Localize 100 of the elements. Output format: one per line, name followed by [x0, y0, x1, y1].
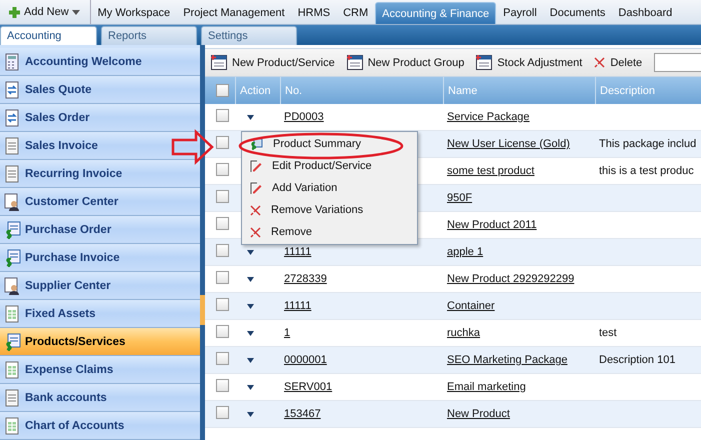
dropdown-icon[interactable]: [247, 115, 254, 120]
document-icon: [3, 136, 21, 154]
sidebar-item[interactable]: Purchase Invoice: [0, 244, 200, 272]
sidebar-item[interactable]: Purchase Order: [0, 216, 200, 244]
nav-tab[interactable]: Dashboard: [612, 2, 678, 24]
nav-tab[interactable]: Accounting & Finance: [375, 2, 496, 24]
sidebar-item[interactable]: Expense Claims: [0, 356, 200, 384]
sidebar-item[interactable]: Recurring Invoice: [0, 160, 200, 188]
product-number-link[interactable]: 2728339: [280, 273, 327, 285]
search-field[interactable]: [654, 53, 701, 72]
money-icon: [250, 138, 263, 150]
toolbar-button[interactable]: Delete: [594, 56, 642, 68]
product-number-link[interactable]: SERV001: [280, 381, 332, 393]
product-name-link[interactable]: New User License (Gold): [443, 138, 570, 150]
product-number-link[interactable]: PD0003: [280, 111, 324, 123]
dropdown-icon[interactable]: [247, 250, 254, 255]
dropdown-icon[interactable]: [247, 331, 254, 336]
column-header: Action: [240, 84, 271, 96]
toolbar-button[interactable]: New Product/Service: [211, 55, 335, 70]
product-name-link[interactable]: some test product: [443, 165, 534, 177]
menu-item[interactable]: Add Variation: [242, 177, 417, 199]
checkbox[interactable]: [216, 244, 229, 257]
cross-icon: [250, 226, 261, 238]
sidebar-item[interactable]: Chart of Accounts: [0, 412, 200, 440]
document-icon: [3, 164, 21, 182]
checkbox[interactable]: [216, 217, 229, 230]
product-name-link[interactable]: New Product 2929292299: [443, 273, 574, 285]
product-name-link[interactable]: Container: [443, 300, 495, 312]
product-number-link[interactable]: 11111: [280, 300, 312, 312]
table-cell-text: test: [598, 327, 617, 339]
menu-item[interactable]: Remove Variations: [242, 199, 417, 221]
caret-icon: [72, 10, 80, 14]
product-number-link[interactable]: 0000001: [280, 354, 327, 366]
add-new-button[interactable]: Add New: [0, 0, 91, 24]
nav-tab[interactable]: Documents: [544, 2, 612, 24]
sub-tab[interactable]: Accounting: [0, 26, 97, 45]
dropdown-icon[interactable]: [247, 358, 254, 363]
column-header: Name: [448, 84, 478, 96]
checkbox[interactable]: [216, 298, 229, 311]
sub-tab[interactable]: Settings: [201, 26, 297, 45]
checkbox[interactable]: [216, 190, 229, 203]
add-new-label: Add New: [24, 6, 69, 18]
toolbar-button[interactable]: New Product Group: [346, 55, 464, 70]
product-name-link[interactable]: 950F: [443, 192, 472, 204]
menu-item[interactable]: Edit Product/Service: [242, 155, 417, 177]
checkbox[interactable]: [216, 163, 229, 176]
sidebar-item[interactable]: Sales Quote: [0, 76, 200, 104]
sidebar-item[interactable]: Supplier Center: [0, 272, 200, 300]
checkbox[interactable]: [216, 84, 229, 97]
nav-tab[interactable]: CRM: [337, 2, 374, 24]
product-name-link[interactable]: New Product 2011: [443, 219, 537, 231]
sidebar-item[interactable]: Customer Center: [0, 188, 200, 216]
sidebar-item[interactable]: Sales Order: [0, 104, 200, 132]
transfer-icon: [3, 80, 21, 98]
dropdown-icon[interactable]: [247, 385, 254, 390]
product-name-link[interactable]: Service Package: [443, 111, 530, 123]
sidebar-item[interactable]: Sales Invoice: [0, 132, 200, 160]
delete-icon: [594, 57, 606, 68]
person-icon: [3, 192, 21, 210]
sidebar-item[interactable]: Fixed Assets: [0, 300, 200, 328]
nav-tab[interactable]: My Workspace: [92, 2, 176, 24]
checkbox[interactable]: [216, 406, 229, 419]
table-cell-text: this is a test produc: [598, 165, 694, 177]
table-cell-text: Description 101: [598, 354, 676, 366]
pencil-icon: [250, 182, 262, 194]
menu-item[interactable]: Remove: [242, 221, 417, 243]
product-number-link[interactable]: 11111: [280, 246, 312, 258]
column-header: No.: [285, 84, 302, 96]
table-cell-text: This package includ: [598, 138, 696, 150]
dropdown-icon[interactable]: [247, 412, 254, 417]
checkbox[interactable]: [216, 271, 229, 284]
checkbox[interactable]: [216, 325, 229, 338]
menu-item[interactable]: Product Summary: [242, 133, 417, 155]
sidebar-item[interactable]: Accounting Welcome: [0, 48, 200, 76]
checkbox[interactable]: [216, 379, 229, 392]
product-number-link[interactable]: 1: [280, 327, 290, 339]
sheet-icon: [3, 360, 21, 378]
product-name-link[interactable]: New Product: [443, 408, 510, 420]
toolbar-button[interactable]: Stock Adjustment: [476, 55, 582, 70]
product-name-link[interactable]: SEO Marketing Package: [443, 354, 568, 366]
sub-tab[interactable]: Reports: [101, 26, 197, 45]
dropdown-icon[interactable]: [247, 277, 254, 282]
sidebar-item[interactable]: Bank accounts: [0, 384, 200, 412]
nav-tab[interactable]: Payroll: [497, 2, 543, 24]
product-number-link[interactable]: 153467: [280, 408, 321, 420]
collapse-handle[interactable]: [200, 295, 205, 325]
sheet-icon: [3, 304, 21, 322]
calculator-icon: [3, 52, 21, 70]
dropdown-icon[interactable]: [247, 304, 254, 309]
checkbox[interactable]: [216, 136, 229, 149]
product-name-link[interactable]: ruchka: [443, 327, 480, 339]
product-name-link[interactable]: apple 1: [443, 246, 484, 258]
nav-tab[interactable]: Project Management: [177, 2, 291, 24]
nav-tab[interactable]: HRMS: [292, 2, 336, 24]
checkbox[interactable]: [216, 109, 229, 122]
product-name-link[interactable]: Email marketing: [443, 381, 526, 393]
column-header: Description: [600, 84, 656, 96]
checkbox[interactable]: [216, 352, 229, 365]
sidebar-item[interactable]: Products/Services: [0, 328, 200, 356]
document-icon: [3, 388, 21, 406]
